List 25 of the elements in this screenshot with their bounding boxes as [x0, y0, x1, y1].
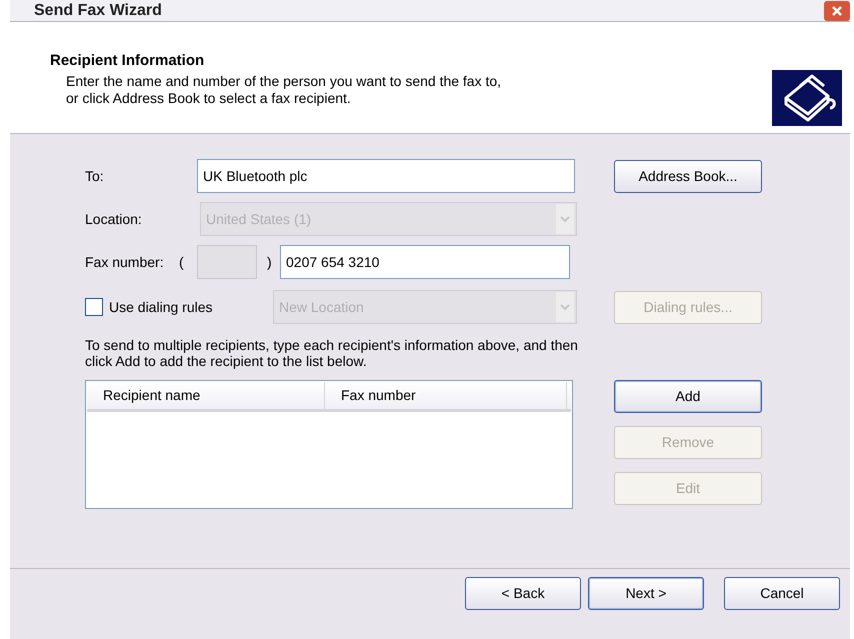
wizard-nav-button[interactable]: Next > [588, 577, 704, 610]
instruction-text: To send to multiple recipients, type each recipient's information above, and then [85, 337, 579, 353]
close-button[interactable] [824, 0, 850, 20]
close-parenthesis: ) [266, 252, 273, 272]
fax-machine-icon [772, 70, 842, 126]
dialing-rules-checkbox[interactable] [85, 298, 103, 316]
address-book-button[interactable]: Address Book... [614, 160, 762, 192]
column-header[interactable]: Fax number [325, 382, 567, 409]
to-label: To: [85, 166, 105, 186]
open-parenthesis: ( [179, 252, 185, 272]
wizard-nav-button[interactable]: < Back [465, 577, 581, 610]
location-label: Location: [85, 210, 143, 228]
to-field[interactable]: UK Bluetooth plc [197, 159, 575, 193]
header-description: Enter the name and number of the person you want to send the fax to, [65, 72, 502, 90]
fax-number-label: Fax number: [85, 252, 165, 272]
column-header[interactable]: Recipient name [87, 382, 325, 409]
close-icon [831, 4, 843, 16]
list-action-button[interactable]: Add [614, 380, 762, 413]
header-title: Recipient Information [50, 51, 206, 71]
fax-number-field[interactable]: 0207 654 3210 [280, 245, 570, 279]
header-description: or click Address Book to select a fax recipient. [65, 90, 352, 106]
wizard-nav-button[interactable]: Cancel [724, 577, 840, 610]
dialing-rules-label: Use dialing rules [108, 298, 214, 317]
instruction-text: click Add to add the recipient to the list below. [85, 353, 368, 369]
window-title: Send Fax Wizard [34, 0, 162, 20]
